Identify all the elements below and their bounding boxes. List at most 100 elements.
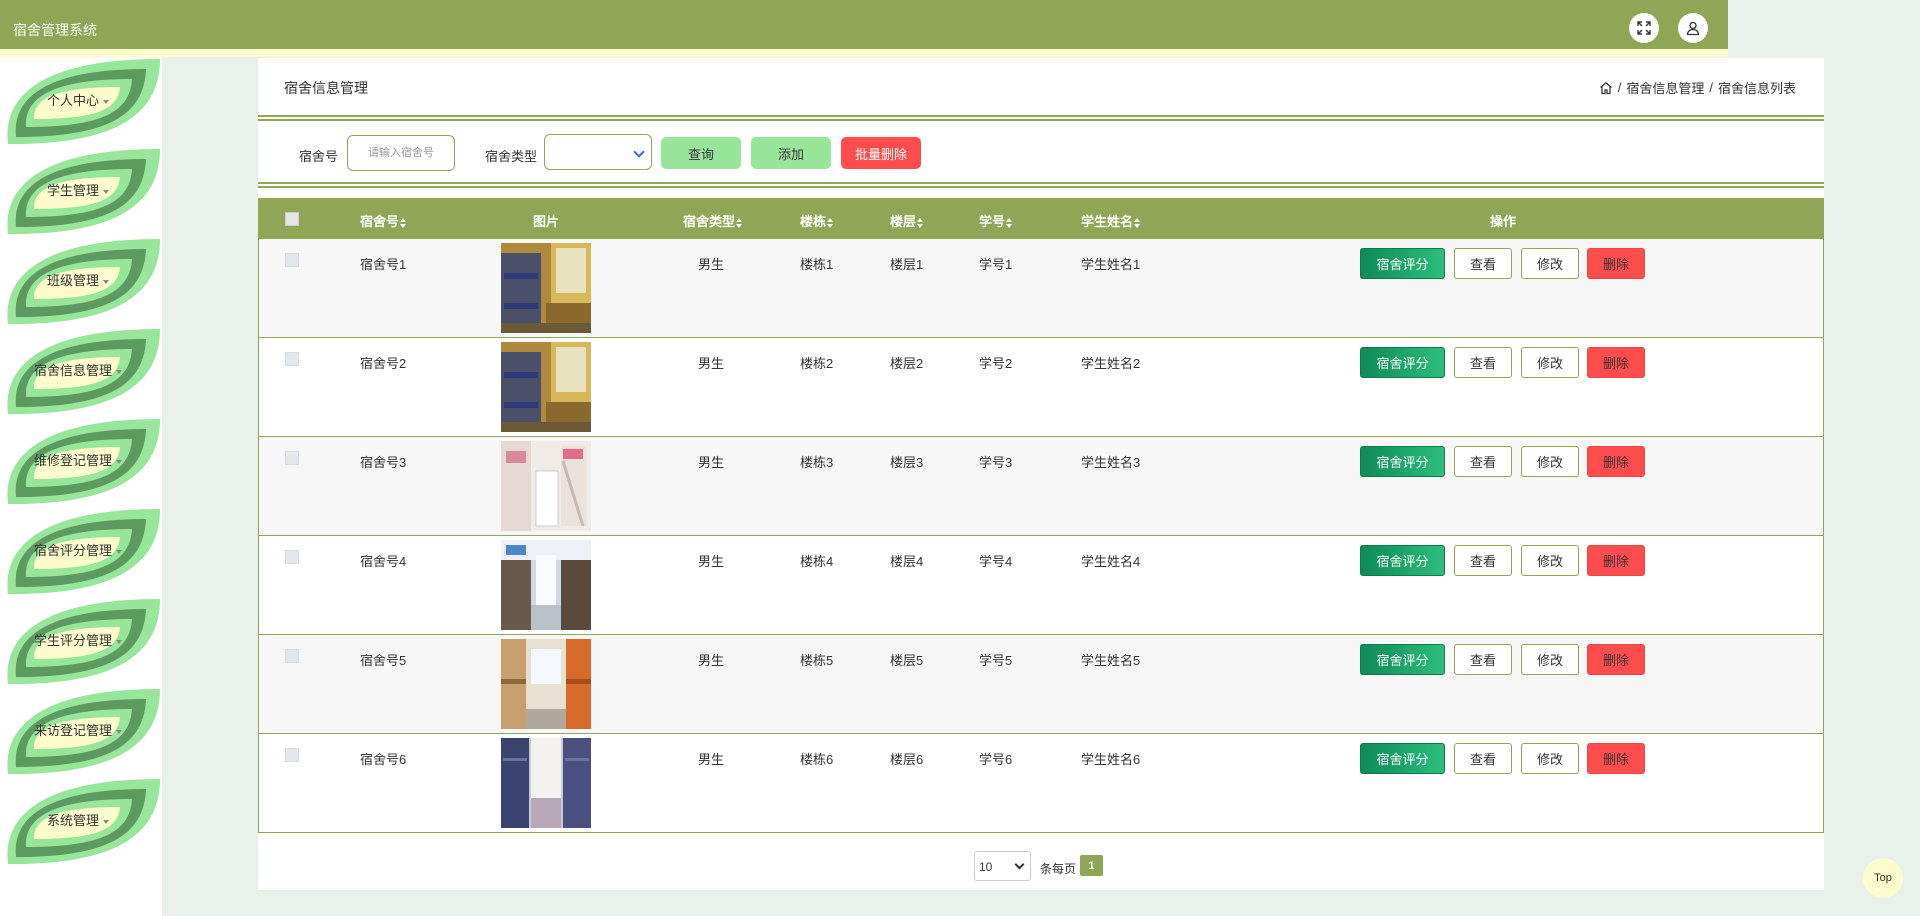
cell-student-no: 学号2 [979,356,1013,371]
cell-student-name: 学生姓名2 [1081,356,1141,371]
page-title: 宿舍信息管理 [284,80,368,96]
edit-button[interactable]: 修改 [1521,545,1579,576]
select-all-checkbox[interactable] [285,212,299,226]
row-checkbox[interactable] [285,253,299,267]
delete-button[interactable]: 删除 [1587,446,1645,477]
dorm-image[interactable] [501,243,591,333]
sidebar-item-student-score-mgmt[interactable]: 学生评分管理 [0,597,162,687]
cell-dorm-type: 男生 [698,554,725,569]
dorm-photo-image [501,639,591,729]
caret-down-icon [116,369,122,374]
caret-down-icon [116,459,122,464]
edit-button[interactable]: 修改 [1521,248,1579,279]
caret-down-icon [116,639,122,644]
sort-icon [827,217,834,228]
sidebar-item-dorm-info-mgmt[interactable]: 宿舍信息管理 [0,327,162,417]
table-body: 宿舍号1 男生 楼栋1 楼层1 学号1 学生姓名1 宿舍评分 查看 修改 删除 宿舍号2 男生 楼栋2 楼… [259,238,1823,832]
col-image: 图片 [533,214,560,229]
view-button[interactable]: 查看 [1454,248,1512,279]
sidebar-item-label: 来访登记管理 [33,723,112,738]
sidebar-item-personal-center[interactable]: 个人中心 [0,57,162,147]
add-button[interactable]: 添加 [751,137,831,169]
row-checkbox[interactable] [285,649,299,663]
chevron-down-icon [1014,859,1025,870]
cell-building: 楼栋2 [800,356,834,371]
col-dorm-type[interactable]: 宿舍类型 [683,211,743,230]
table-row: 宿舍号4 男生 楼栋4 楼层4 学号4 学生姓名4 宿舍评分 查看 修改 删除 [259,535,1823,634]
dorm-image[interactable] [501,441,591,531]
back-to-top-button[interactable]: Top [1863,858,1903,898]
col-student-no[interactable]: 学号 [979,211,1013,230]
row-checkbox[interactable] [285,550,299,564]
dorm-type-select[interactable] [544,134,652,170]
breadcrumb-level1[interactable]: 宿舍信息管理 [1626,78,1704,97]
cell-dorm-no: 宿舍号4 [360,554,407,569]
fullscreen-button[interactable] [1629,13,1659,43]
row-checkbox[interactable] [285,748,299,762]
view-button[interactable]: 查看 [1454,347,1512,378]
sort-icon [736,217,743,228]
cell-dorm-no: 宿舍号1 [360,257,407,272]
edit-button[interactable]: 修改 [1521,743,1579,774]
delete-button[interactable]: 删除 [1587,545,1645,576]
page-size-select[interactable]: 10 [974,851,1031,881]
dorm-image[interactable] [501,639,591,729]
sidebar-item-visitor-mgmt[interactable]: 来访登记管理 [0,687,162,777]
dorm-score-button[interactable]: 宿舍评分 [1360,545,1445,576]
edit-button[interactable]: 修改 [1521,446,1579,477]
view-button[interactable]: 查看 [1454,743,1512,774]
edit-button[interactable]: 修改 [1521,644,1579,675]
cell-student-name: 学生姓名1 [1081,257,1141,272]
dorm-image[interactable] [501,342,591,432]
delete-button[interactable]: 删除 [1587,743,1645,774]
dorm-image[interactable] [501,540,591,630]
divider [258,115,1824,121]
sidebar-item-dorm-score-mgmt[interactable]: 宿舍评分管理 [0,507,162,597]
col-dorm-no[interactable]: 宿舍号 [360,211,407,230]
sort-icon [1134,217,1141,228]
home-icon[interactable] [1599,81,1613,95]
dorm-photo-image [501,540,591,630]
caret-down-icon [116,549,122,554]
cell-floor: 楼层1 [890,257,924,272]
col-floor[interactable]: 楼层 [890,211,924,230]
query-button[interactable]: 查询 [661,137,741,169]
row-checkbox[interactable] [285,451,299,465]
caret-down-icon [103,819,109,824]
app-title: 宿舍管理系统 [13,22,97,38]
sidebar-item-class-mgmt[interactable]: 班级管理 [0,237,162,327]
table-row: 宿舍号5 男生 楼栋5 楼层5 学号5 学生姓名5 宿舍评分 查看 修改 删除 [259,634,1823,733]
view-button[interactable]: 查看 [1454,644,1512,675]
row-checkbox[interactable] [285,352,299,366]
search-bar: 宿舍号 宿舍类型 查询 添加 批量删除 [258,134,1824,171]
delete-button[interactable]: 删除 [1587,248,1645,279]
user-button[interactable] [1678,13,1708,43]
dorm-score-button[interactable]: 宿舍评分 [1360,347,1445,378]
page-size-value: 10 [979,860,993,874]
sidebar-item-student-mgmt[interactable]: 学生管理 [0,147,162,237]
view-button[interactable]: 查看 [1454,446,1512,477]
dorm-no-input[interactable] [347,135,455,171]
edit-button[interactable]: 修改 [1521,347,1579,378]
sidebar-item-repair-mgmt[interactable]: 维修登记管理 [0,417,162,507]
delete-button[interactable]: 删除 [1587,347,1645,378]
batch-delete-button[interactable]: 批量删除 [841,137,921,169]
dorm-type-label: 宿舍类型 [485,149,538,164]
col-building[interactable]: 楼栋 [800,211,834,230]
dorm-image[interactable] [501,738,591,828]
page-number-button[interactable]: 1 [1080,855,1103,876]
sidebar-item-system-mgmt[interactable]: 系统管理 [0,777,162,867]
dorm-score-button[interactable]: 宿舍评分 [1360,743,1445,774]
col-student-name[interactable]: 学生姓名 [1081,211,1141,230]
cell-student-no: 学号5 [979,653,1013,668]
delete-button[interactable]: 删除 [1587,644,1645,675]
breadcrumb-separator: / [1709,80,1713,95]
dorm-photo-image [501,342,591,432]
dorm-score-button[interactable]: 宿舍评分 [1360,248,1445,279]
cell-dorm-no: 宿舍号6 [360,752,407,767]
dorm-score-button[interactable]: 宿舍评分 [1360,446,1445,477]
view-button[interactable]: 查看 [1454,545,1512,576]
dorm-score-button[interactable]: 宿舍评分 [1360,644,1445,675]
sidebar-item-label: 学生评分管理 [33,633,112,648]
chevron-down-icon [633,146,645,158]
